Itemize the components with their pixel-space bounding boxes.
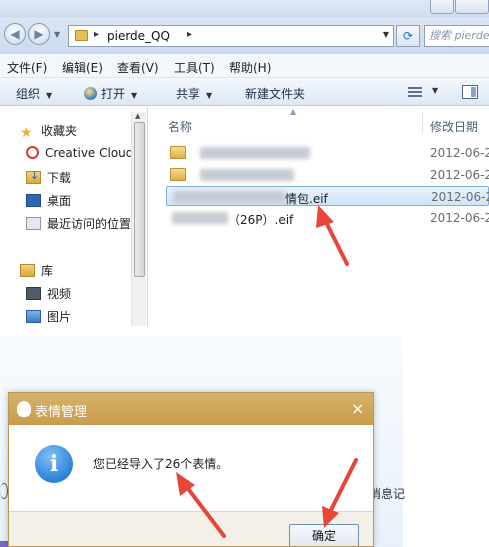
file-date: 2012-06-2 bbox=[431, 190, 489, 204]
nav-item-desktop[interactable]: 桌面 bbox=[26, 192, 71, 210]
menu-edit[interactable]: 编辑(E) bbox=[62, 59, 103, 76]
nav-favorites[interactable]: ★ 收藏夹 bbox=[20, 122, 77, 140]
file-row[interactable]: （26P）.eif 2012-06-2 bbox=[166, 208, 489, 228]
back-button[interactable]: ◀ bbox=[4, 23, 26, 45]
dialog-title-bar: 表情管理 × bbox=[9, 393, 373, 425]
video-icon bbox=[26, 287, 41, 300]
ok-button[interactable]: 确定 bbox=[289, 524, 359, 546]
library-icon bbox=[20, 264, 35, 277]
nav-label: 最近访问的位置 bbox=[47, 217, 132, 231]
file-name: （26P）.eif bbox=[228, 213, 294, 227]
menu-help[interactable]: 帮助(H) bbox=[229, 59, 271, 76]
view-options-icon[interactable] bbox=[408, 87, 422, 97]
explorer-window: ◀ ▶ ▼ ▸ pierde_QQ ▸ ▼ ⟳ 搜索 pierde_QQ 文件(… bbox=[0, 0, 489, 326]
nav-item-creative-cloud[interactable]: Creative Cloud bbox=[26, 146, 133, 164]
file-list: ▲ 名称 修改日期 2012-06-2 2012-06-2 情包.eif 201… bbox=[150, 107, 489, 326]
nav-label: Creative Cloud bbox=[45, 146, 134, 160]
blurred-filename bbox=[200, 147, 310, 159]
blurred-filename bbox=[173, 191, 285, 203]
file-row[interactable]: 2012-06-2 bbox=[166, 165, 489, 185]
breadcrumb-separator[interactable]: ▸ bbox=[187, 29, 192, 40]
breadcrumb-separator[interactable]: ▸ bbox=[94, 29, 99, 40]
dialog-message: 您已经导入了26个表情。 bbox=[93, 457, 229, 471]
scroll-up-icon[interactable]: ▲ bbox=[135, 112, 140, 120]
nav-libraries[interactable]: 库 bbox=[20, 262, 53, 280]
scroll-thumb[interactable] bbox=[134, 122, 145, 277]
share-label: 共享 bbox=[176, 87, 201, 101]
emoticon-manager-dialog: 表情管理 × i 您已经导入了26个表情。 确定 bbox=[8, 392, 374, 547]
organize-label: 组织 bbox=[16, 87, 41, 101]
share-button[interactable]: 共享 ▼ bbox=[176, 85, 212, 102]
file-row-selected[interactable]: 情包.eif 2012-06-2 bbox=[166, 186, 489, 206]
nav-label: 下载 bbox=[47, 171, 72, 185]
menu-file[interactable]: 文件(F) bbox=[7, 59, 47, 76]
pictures-icon bbox=[26, 310, 41, 323]
blurred-filename bbox=[200, 169, 294, 181]
chevron-down-icon: ▼ bbox=[131, 91, 138, 100]
minimize-button[interactable] bbox=[430, 0, 454, 14]
nav-item-recent[interactable]: 最近访问的位置 bbox=[26, 215, 131, 233]
title-bar bbox=[0, 0, 489, 18]
chevron-down-icon: ▼ bbox=[46, 91, 53, 100]
sort-caret-icon: ▲ bbox=[290, 107, 297, 116]
new-folder-button[interactable]: 新建文件夹 bbox=[245, 85, 305, 102]
open-icon bbox=[84, 87, 97, 100]
nav-item-pictures[interactable]: 图片 bbox=[26, 308, 71, 326]
chevron-down-icon: ▼ bbox=[206, 91, 213, 100]
nav-item-downloads[interactable]: 下载 bbox=[26, 169, 71, 187]
search-input[interactable]: 搜索 pierde_QQ bbox=[424, 25, 489, 47]
forward-button[interactable]: ▶ bbox=[28, 23, 50, 45]
open-button[interactable]: 打开 ▼ bbox=[84, 85, 137, 102]
address-dropdown-icon[interactable]: ▼ bbox=[383, 30, 389, 39]
organize-button[interactable]: 组织 ▼ bbox=[16, 85, 52, 102]
nav-label: 视频 bbox=[47, 287, 72, 301]
nav-scrollbar[interactable]: ▲ bbox=[131, 112, 146, 326]
background-partial-text: 消息记 bbox=[369, 487, 406, 501]
column-divider[interactable] bbox=[422, 112, 423, 134]
address-row: ◀ ▶ ▼ ▸ pierde_QQ ▸ ▼ ⟳ 搜索 pierde_QQ bbox=[0, 18, 489, 54]
menu-bar: 文件(F) 编辑(E) 查看(V) 工具(T) 帮助(H) bbox=[0, 54, 489, 78]
recent-pages-dropdown-icon[interactable]: ▼ bbox=[54, 30, 60, 39]
nav-label: 库 bbox=[41, 264, 54, 278]
info-icon: i bbox=[35, 445, 73, 483]
nav-item-videos[interactable]: 视频 bbox=[26, 285, 71, 303]
folder-icon bbox=[170, 168, 186, 181]
qq-penguin-icon bbox=[17, 401, 31, 417]
recent-places-icon bbox=[26, 217, 41, 230]
nav-label: 桌面 bbox=[47, 194, 72, 208]
navigation-pane: ★ 收藏夹 Creative Cloud 下载 桌面 最近访问的位置 库 视频 图… bbox=[0, 107, 148, 326]
dialog-footer: 确定 bbox=[9, 511, 373, 546]
desktop-icon bbox=[26, 194, 41, 207]
preview-pane-icon[interactable] bbox=[462, 85, 478, 99]
column-header-name[interactable]: 名称 bbox=[168, 118, 192, 135]
partial-radio-icon bbox=[0, 483, 8, 499]
nav-label: 收藏夹 bbox=[41, 124, 78, 138]
creative-cloud-icon bbox=[26, 146, 39, 159]
close-icon[interactable]: × bbox=[351, 399, 364, 418]
command-bar: 组织 ▼ 打开 ▼ 共享 ▼ 新建文件夹 ▼ bbox=[0, 78, 489, 106]
breadcrumb-folder[interactable]: pierde_QQ bbox=[107, 29, 170, 43]
folder-icon bbox=[75, 30, 88, 41]
menu-view[interactable]: 查看(V) bbox=[117, 59, 159, 76]
dialog-title: 表情管理 bbox=[35, 405, 88, 420]
chevron-down-icon[interactable]: ▼ bbox=[432, 86, 438, 95]
open-label: 打开 bbox=[101, 87, 126, 101]
file-date: 2012-06-2 bbox=[430, 211, 489, 225]
file-date: 2012-06-2 bbox=[430, 146, 489, 160]
column-header-modified[interactable]: 修改日期 bbox=[430, 118, 478, 135]
menu-tools[interactable]: 工具(T) bbox=[174, 59, 215, 76]
blurred-filename bbox=[172, 212, 228, 224]
refresh-button[interactable]: ⟳ bbox=[396, 25, 420, 47]
folder-icon bbox=[170, 146, 186, 159]
file-row[interactable]: 2012-06-2 bbox=[166, 143, 489, 163]
nav-label: 图片 bbox=[47, 310, 72, 324]
file-name: 情包.eif bbox=[285, 192, 328, 206]
downloads-icon bbox=[26, 169, 41, 184]
address-bar[interactable]: ▸ pierde_QQ ▸ ▼ bbox=[68, 25, 394, 47]
star-icon: ★ bbox=[20, 125, 33, 141]
file-date: 2012-06-2 bbox=[430, 168, 489, 182]
maximize-button[interactable] bbox=[455, 0, 489, 14]
